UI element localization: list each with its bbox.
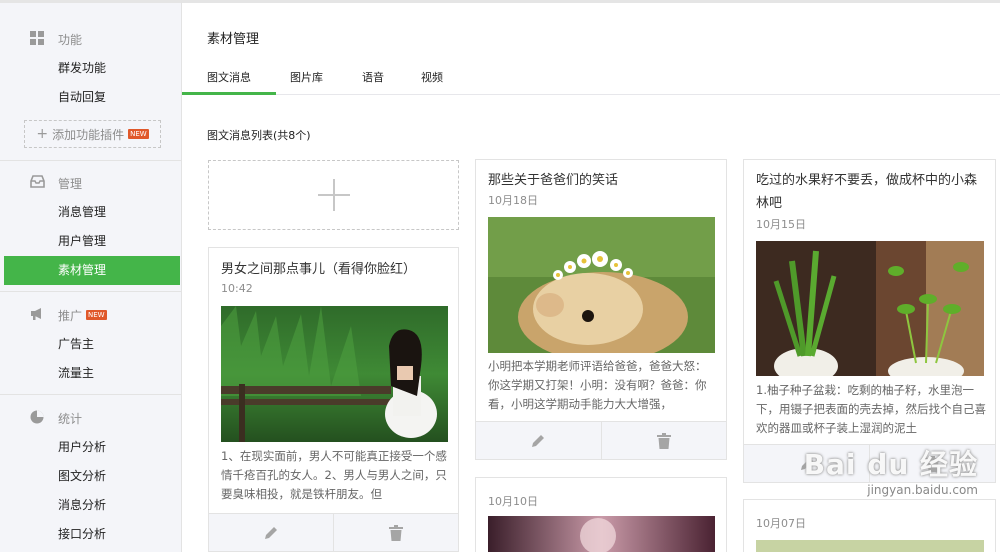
sidebar-item-publisher[interactable]: 流量主 <box>0 359 181 388</box>
card-date: 10月10日 <box>488 495 538 508</box>
watermark-url: jingyan.baidu.com <box>867 483 978 497</box>
watermark-text: Bai du 经验 <box>803 448 978 481</box>
edit-button[interactable] <box>476 422 601 459</box>
sidebar-item-auto-reply[interactable]: 自动回复 <box>0 83 181 112</box>
card-description: 小明把本学期老师评语给爸爸，爸爸大怒：你这学期又打架！小明：没有啊？爸爸：你看，… <box>488 359 707 411</box>
news-card[interactable]: 男女之间那点事儿（看得你脸红） 10:42 1、在现实面前，男人不可能真正接受一… <box>208 247 459 552</box>
sidebar-item-mass-send[interactable]: 群发功能 <box>0 54 181 83</box>
card-title: 吃过的水果籽不要丢，做成杯中的小森林吧 <box>756 173 978 211</box>
news-card[interactable]: 10月10日 <box>475 477 727 552</box>
sidebar-item-materials[interactable]: 素材管理 <box>4 256 180 285</box>
plus-icon: + <box>36 126 49 142</box>
sidebar-header-stats: 统计 <box>0 403 181 433</box>
card-cover-image <box>221 306 448 442</box>
delete-button[interactable] <box>600 422 727 459</box>
sidebar-header-promote: 推广 NEW <box>0 300 181 330</box>
sidebar-header-label: 功能 <box>58 32 83 47</box>
inbox-icon <box>30 175 46 191</box>
card-cover-image <box>488 217 715 353</box>
megaphone-icon <box>30 307 46 323</box>
pencil-icon <box>265 526 277 539</box>
plus-icon <box>317 179 350 211</box>
add-plugin-label: 添加功能插件 <box>52 127 125 142</box>
sidebar-item-user-analysis[interactable]: 用户分析 <box>0 433 181 462</box>
card-date: 10:42 <box>221 282 253 295</box>
edit-button[interactable] <box>209 514 333 551</box>
card-date: 10月18日 <box>488 194 538 207</box>
tab-video[interactable]: 视频 <box>421 69 443 95</box>
sidebar-section-manage: 管理 消息管理 用户管理 素材管理 <box>0 161 181 292</box>
delete-button[interactable] <box>333 514 458 551</box>
grid-icon <box>30 31 46 47</box>
tab-images[interactable]: 图片库 <box>290 69 323 95</box>
card-date: 10月07日 <box>756 517 806 530</box>
add-news-button[interactable] <box>208 160 459 230</box>
card-cover-image <box>756 241 984 376</box>
card-date: 10月15日 <box>756 218 806 231</box>
card-title: 男女之间那点事儿（看得你脸红） <box>221 262 417 277</box>
trash-icon <box>656 432 671 449</box>
sidebar-header-features: 功能 <box>0 24 181 54</box>
pie-chart-icon <box>30 410 46 426</box>
baidu-watermark: Bai du 经验 jingyan.baidu.com <box>804 443 978 497</box>
list-title: 图文消息列表(共8个) <box>207 129 311 142</box>
main-content: 素材管理 图文消息 图片库 语音 视频 图文消息列表(共8个) 男女之间那点事儿… <box>182 0 1000 552</box>
tab-news[interactable]: 图文消息 <box>182 69 276 95</box>
new-badge: NEW <box>86 310 107 320</box>
sidebar-header-label: 统计 <box>58 411 83 426</box>
sidebar-header-manage: 管理 <box>0 168 181 198</box>
sidebar-item-users[interactable]: 用户管理 <box>0 227 181 256</box>
sidebar-header-label: 推广 <box>58 308 83 323</box>
page-title: 素材管理 <box>207 32 260 47</box>
sidebar-section-stats: 统计 用户分析 图文分析 消息分析 接口分析 <box>0 395 181 552</box>
add-plugin-button[interactable]: + 添加功能插件 NEW <box>24 120 161 148</box>
card-cover-image <box>488 516 715 552</box>
news-card[interactable]: 10月07日 <box>743 499 996 552</box>
card-title: 那些关于爸爸们的笑话 <box>488 173 619 188</box>
news-card[interactable]: 那些关于爸爸们的笑话 10月18日 小明把本学期老师评语给爸爸，爸爸大怒：你这学… <box>475 159 727 460</box>
news-card[interactable]: 吃过的水果籽不要丢，做成杯中的小森林吧 10月15日 1.柚子种子盆栽：吃剩的柚… <box>743 159 996 483</box>
sidebar-item-article-analysis[interactable]: 图文分析 <box>0 462 181 491</box>
pencil-icon <box>532 434 545 447</box>
card-cover-image <box>756 540 984 552</box>
sidebar-header-label: 管理 <box>58 176 83 191</box>
card-actions <box>476 421 726 459</box>
sidebar: 功能 群发功能 自动回复 + 添加功能插件 NEW 管理 消息管理 用户管理 素… <box>0 0 182 552</box>
tab-voice[interactable]: 语音 <box>362 69 384 95</box>
tab-bar: 图文消息 图片库 语音 视频 <box>182 57 1000 95</box>
card-description: 1、在现实面前，男人不可能真正接受一个感情千疮百孔的女人。2、男人与男人之间，只… <box>221 449 447 501</box>
card-description: 1.柚子种子盆栽：吃剩的柚子籽，水里泡一下，用镊子把表面的壳去掉，然后找个自己喜… <box>756 383 986 435</box>
sidebar-item-api-analysis[interactable]: 接口分析 <box>0 520 181 549</box>
sidebar-item-message-analysis[interactable]: 消息分析 <box>0 491 181 520</box>
new-badge: NEW <box>128 129 149 139</box>
sidebar-item-advertiser[interactable]: 广告主 <box>0 330 181 359</box>
sidebar-item-messages[interactable]: 消息管理 <box>0 198 181 227</box>
sidebar-section-promote: 推广 NEW 广告主 流量主 <box>0 292 181 395</box>
trash-icon <box>389 524 403 541</box>
sidebar-section-features: 功能 群发功能 自动回复 + 添加功能插件 NEW <box>0 3 181 161</box>
card-actions <box>209 513 458 551</box>
